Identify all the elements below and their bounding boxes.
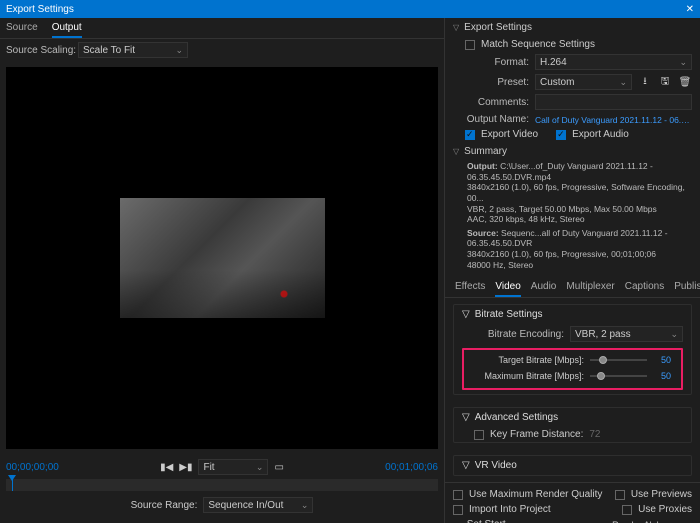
preset-label: Preset: — [465, 77, 529, 88]
source-range-label: Source Range: — [131, 500, 198, 511]
bitrate-encoding-value: VBR, 2 pass — [575, 329, 631, 340]
set-start-timecode-label: Set Start Timecode — [467, 519, 528, 523]
vr-video-header: VR Video — [475, 460, 517, 471]
chevron-down-icon: ⌄ — [256, 462, 264, 473]
export-audio-checkbox[interactable] — [556, 130, 566, 140]
summary-output-label: Output: — [467, 161, 498, 171]
chevron-down-icon: ⌄ — [679, 57, 687, 68]
match-sequence-checkbox[interactable] — [465, 40, 475, 50]
source-range-select[interactable]: Sequence In/Out ⌄ — [203, 497, 313, 513]
target-bitrate-value[interactable]: 50 — [653, 355, 671, 365]
window-title: Export Settings — [6, 4, 74, 15]
comments-label: Comments: — [465, 97, 529, 108]
time-ruler[interactable] — [6, 479, 438, 491]
keyframe-distance-label: Key Frame Distance: — [490, 429, 583, 440]
tab-effects[interactable]: Effects — [455, 281, 485, 297]
summary-header: Summary — [464, 146, 507, 157]
keyframe-distance-value: 72 — [589, 429, 600, 440]
use-previews-checkbox[interactable] — [615, 490, 625, 500]
tab-source[interactable]: Source — [6, 22, 38, 38]
max-render-quality-label: Use Maximum Render Quality — [469, 489, 602, 500]
slider-thumb[interactable] — [599, 356, 607, 364]
format-select[interactable]: H.264 ⌄ — [535, 54, 692, 70]
disclosure-triangle-icon[interactable]: ▽ — [453, 23, 459, 32]
save-preset-icon[interactable]: 🖫 — [658, 75, 672, 89]
max-bitrate-slider[interactable] — [590, 375, 647, 377]
source-scaling-label: Source Scaling: — [6, 45, 78, 56]
disclosure-triangle-icon[interactable]: ▽ — [462, 412, 470, 423]
export-video-checkbox[interactable] — [465, 130, 475, 140]
preview-area — [6, 67, 438, 449]
slider-thumb[interactable] — [597, 372, 605, 380]
use-proxies-checkbox[interactable] — [622, 505, 632, 515]
bitrate-encoding-label: Bitrate Encoding: — [474, 329, 564, 340]
summary-output-text: C:\User...of_Duty Vanguard 2021.11.12 - … — [467, 161, 685, 224]
zoom-fit-select[interactable]: Fit ⌄ — [198, 459, 268, 475]
bitrate-settings-header: Bitrate Settings — [475, 309, 543, 320]
time-in[interactable]: 00;00;00;00 — [6, 462, 59, 473]
disclosure-triangle-icon[interactable]: ▽ — [462, 309, 470, 320]
playhead-line — [12, 479, 13, 491]
close-icon[interactable]: ✕ — [686, 4, 694, 15]
next-frame-icon[interactable]: ▶▮ — [179, 462, 192, 473]
target-bitrate-label: Target Bitrate [Mbps]: — [484, 355, 584, 365]
format-label: Format: — [465, 57, 529, 68]
max-render-quality-checkbox[interactable] — [453, 490, 463, 500]
tab-multiplexer[interactable]: Multiplexer — [566, 281, 614, 297]
tab-publish[interactable]: Publish — [674, 281, 700, 297]
advanced-settings-header: Advanced Settings — [475, 412, 558, 423]
time-out[interactable]: 00;01;00;06 — [385, 462, 438, 473]
max-bitrate-label: Maximum Bitrate [Mbps]: — [484, 371, 584, 381]
summary-source-label: Source: — [467, 228, 499, 238]
output-name-label: Output Name: — [465, 114, 529, 125]
match-sequence-label: Match Sequence Settings — [481, 39, 595, 50]
export-settings-header: Export Settings — [464, 22, 532, 33]
target-bitrate-slider[interactable] — [590, 359, 647, 361]
aspect-toggle-icon[interactable]: ▭ — [274, 462, 283, 473]
chevron-down-icon: ⌄ — [301, 500, 309, 511]
chevron-down-icon: ⌄ — [175, 45, 183, 56]
source-scaling-value: Scale To Fit — [83, 45, 135, 56]
source-range-value: Sequence In/Out — [208, 500, 283, 511]
comments-input[interactable] — [535, 94, 692, 110]
import-into-project-label: Import Into Project — [469, 504, 551, 515]
use-previews-label: Use Previews — [631, 489, 692, 500]
highlighted-region: Target Bitrate [Mbps]: 50 Maximum Bitrat… — [462, 348, 683, 390]
export-video-label: Export Video — [481, 129, 538, 140]
tab-video[interactable]: Video — [495, 281, 520, 297]
preset-value: Custom — [540, 77, 574, 88]
keyframe-distance-checkbox[interactable] — [474, 430, 484, 440]
delete-preset-icon[interactable]: 🗑 — [678, 75, 692, 89]
video-preview — [120, 198, 325, 318]
zoom-fit-value: Fit — [203, 462, 214, 473]
format-value: H.264 — [540, 57, 567, 68]
prev-frame-icon[interactable]: ▮◀ — [160, 462, 173, 473]
chevron-down-icon: ⌄ — [619, 77, 627, 88]
output-name-link[interactable]: Call of Duty Vanguard 2021.11.12 - 06.35… — [535, 115, 692, 125]
import-into-project-checkbox[interactable] — [453, 505, 463, 515]
disclosure-triangle-icon[interactable]: ▽ — [462, 460, 470, 471]
import-preset-icon[interactable]: ⭳ — [638, 75, 652, 89]
bitrate-encoding-select[interactable]: VBR, 2 pass ⌄ — [570, 326, 683, 342]
chevron-down-icon: ⌄ — [670, 329, 678, 340]
tab-audio[interactable]: Audio — [531, 281, 557, 297]
preset-select[interactable]: Custom ⌄ — [535, 74, 632, 90]
use-proxies-label: Use Proxies — [638, 504, 692, 515]
source-scaling-select[interactable]: Scale To Fit ⌄ — [78, 42, 188, 58]
disclosure-triangle-icon[interactable]: ▽ — [453, 147, 459, 156]
tab-output[interactable]: Output — [52, 22, 82, 38]
max-bitrate-value[interactable]: 50 — [653, 371, 671, 381]
tab-captions[interactable]: Captions — [625, 281, 664, 297]
export-audio-label: Export Audio — [572, 129, 629, 140]
